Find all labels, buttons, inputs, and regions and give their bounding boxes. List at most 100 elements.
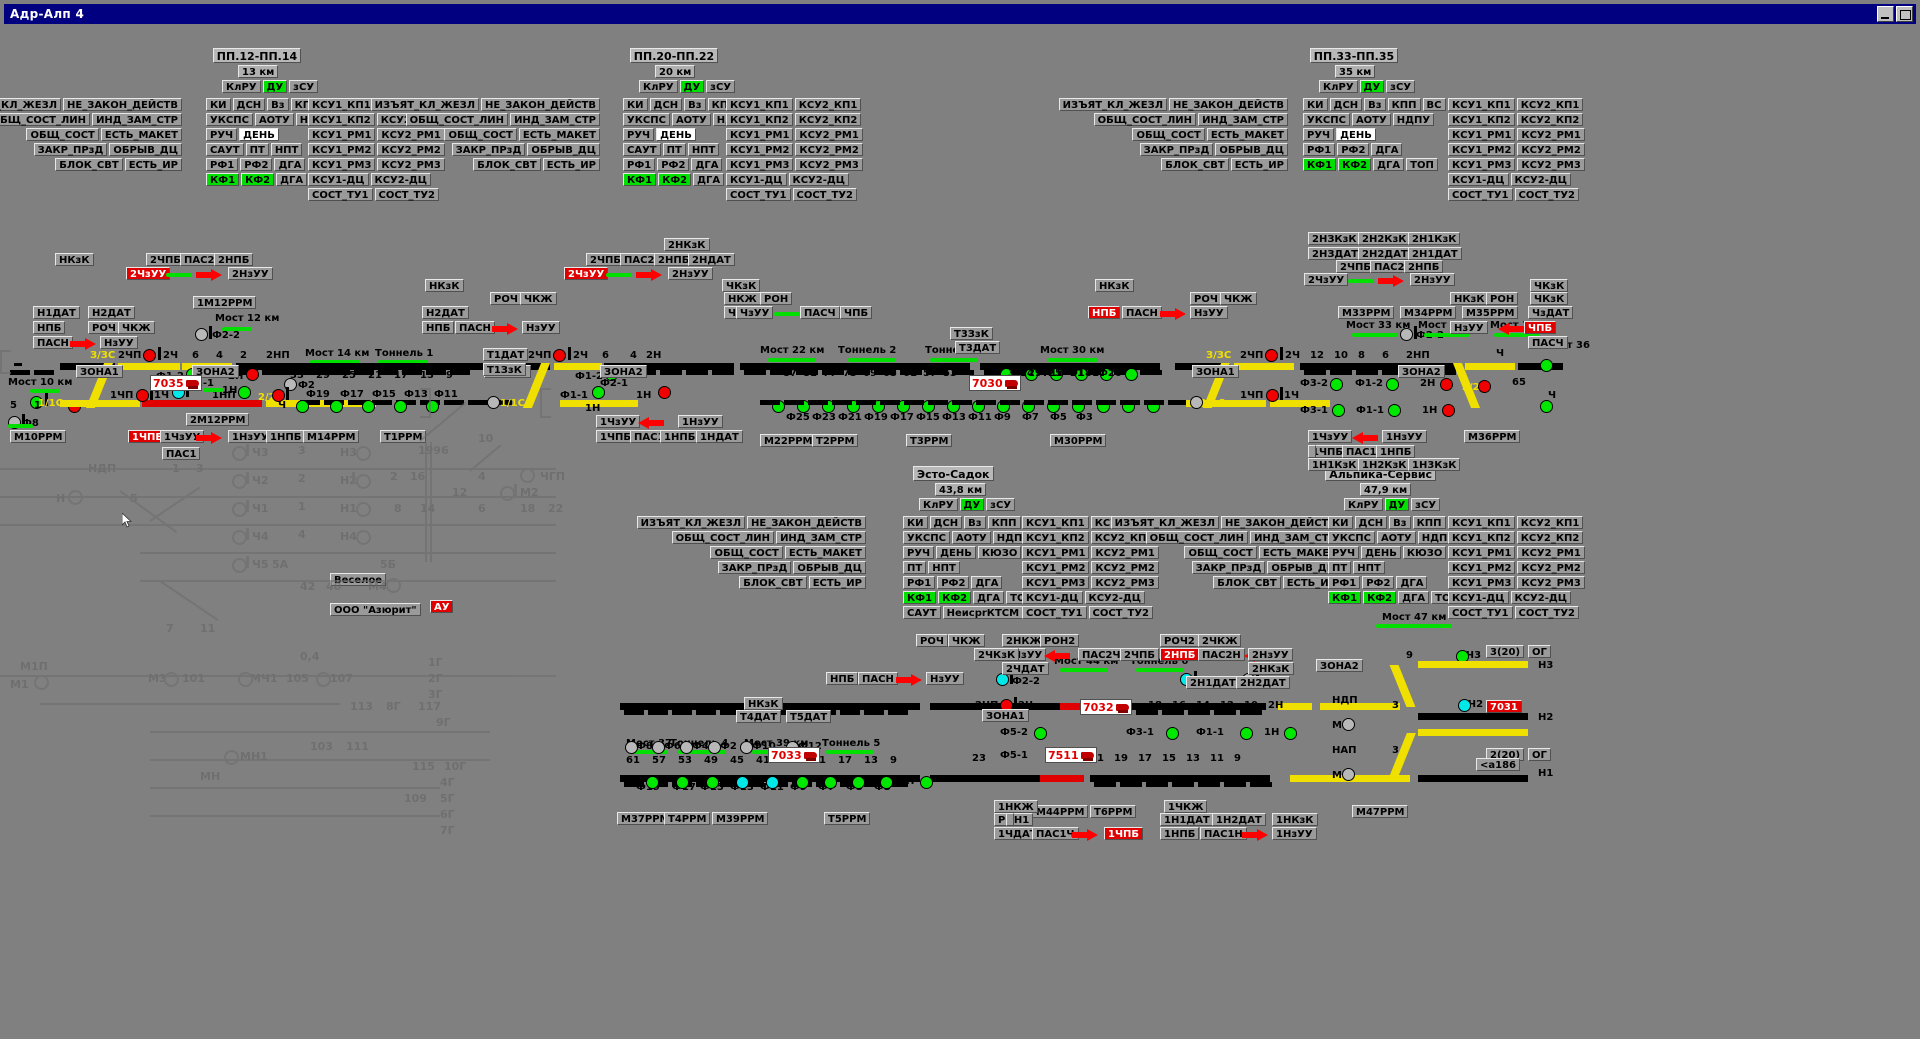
ind-2n1dat[interactable]: 2Н1ДАТ xyxy=(1408,247,1462,260)
indicator-зсу[interactable]: зСУ xyxy=(706,80,736,93)
indicator-ки[interactable]: КИ xyxy=(1328,516,1353,529)
indicator-сост_ту1[interactable]: СОСТ_ТУ1 xyxy=(308,188,373,201)
train-marker-7035[interactable]: 7035 xyxy=(150,375,202,391)
indicator-нпт[interactable]: НПТ xyxy=(687,143,720,156)
ind-1nzuu2[interactable]: 1НзУУ xyxy=(678,415,723,428)
rrm-t3[interactable]: Т3РРМ xyxy=(906,434,953,447)
indicator-клру[interactable]: КлРУ xyxy=(1319,80,1358,93)
zone-2c[interactable]: ЗОНА2 xyxy=(1398,365,1445,378)
indicator-есть_ир[interactable]: ЕСТЬ_ИР xyxy=(124,158,182,171)
ind-2npb[interactable]: 2НПБ xyxy=(214,253,254,266)
indicator-инд_зам_стр[interactable]: ИНД_ЗАМ_СТР xyxy=(776,531,866,544)
ind-chpb[interactable]: ЧПБ xyxy=(840,306,873,319)
indicator-саут[interactable]: САУТ xyxy=(903,606,941,619)
plan-signal-n[interactable] xyxy=(68,490,83,505)
ind-1n1dat2[interactable]: 1Н1ДАТ xyxy=(1160,813,1214,826)
indicator-укспс[interactable]: УКСПС xyxy=(1328,531,1375,544)
indicator-не_закон_действ[interactable]: НЕ_ЗАКОН_ДЕЙСТВ xyxy=(1221,516,1340,529)
indicator-кф1[interactable]: КФ1 xyxy=(623,173,657,186)
signal-lamp[interactable] xyxy=(195,328,208,341)
indicator-рф1[interactable]: РФ1 xyxy=(903,576,936,589)
ind-pas2[interactable]: ПАС2 xyxy=(180,253,219,266)
indicator-ксу1_кп1[interactable]: КСУ1_КП1 xyxy=(1448,516,1515,529)
indicator-есть_макет[interactable]: ЕСТЬ_МАКЕТ xyxy=(784,546,866,559)
indicator-ксу1_кп2[interactable]: КСУ1_КП2 xyxy=(1448,531,1515,544)
ind-1n2dat2[interactable]: 1Н2ДАТ xyxy=(1212,813,1266,826)
indicator-ксу1_кп1[interactable]: КСУ1_КП1 xyxy=(1022,516,1089,529)
ind-n2dat[interactable]: Н2ДАТ xyxy=(88,306,135,319)
signal-lamp[interactable] xyxy=(1332,404,1345,417)
indicator-нпт[interactable]: НПТ xyxy=(270,143,303,156)
plan-signal-m4[interactable] xyxy=(386,578,401,593)
ind-1ndat[interactable]: 1НДАТ xyxy=(696,430,743,443)
train-marker-7033[interactable]: 7033 xyxy=(768,747,820,763)
ind-t3dat[interactable]: Т3ДАТ xyxy=(955,341,1001,354)
indicator-ксу1_рм1[interactable]: КСУ1_РМ1 xyxy=(1022,546,1090,559)
signal-lamp[interactable] xyxy=(246,368,259,381)
ind-2nzuu4[interactable]: 2НзУУ xyxy=(1248,648,1293,661)
rrm-m34[interactable]: М34РРМ xyxy=(1400,306,1457,319)
ind-chkzh[interactable]: ЧКЖ xyxy=(118,321,155,334)
indicator-изъят_кл_жезл[interactable]: ИЗЪЯТ_КЛ_ЖЕЗЛ xyxy=(0,98,62,111)
indicator-ндпу[interactable]: НДПУ xyxy=(295,113,338,126)
rrm-m36[interactable]: М36РРМ xyxy=(1464,430,1521,443)
indicator-вс[interactable]: ВС xyxy=(325,98,349,111)
indicator-дга[interactable]: ДГА xyxy=(691,158,723,171)
rrm-t2[interactable]: Т2РРМ xyxy=(812,434,859,447)
indicator-руч[interactable]: РУЧ xyxy=(206,128,238,141)
signal-lamp[interactable] xyxy=(1458,699,1471,712)
indicator-изъят_кл_жезл[interactable]: ИЗЪЯТ_КЛ_ЖЕЗЛ xyxy=(370,98,480,111)
ind-chkzk2[interactable]: ЧКзК xyxy=(1530,292,1569,305)
ind-chpb2[interactable]: ЧПБ xyxy=(1524,321,1557,334)
signal-lamp[interactable] xyxy=(1478,380,1491,393)
rrm-m47[interactable]: М47РРМ xyxy=(1352,805,1409,818)
indicator-ксу2_кп1[interactable]: КСУ2_КП1 xyxy=(1516,516,1584,529)
ind-1n1kzk[interactable]: 1Н1КзК xyxy=(1308,458,1361,471)
indicator-кпп[interactable]: КПП xyxy=(1412,516,1446,529)
indicator-пт[interactable]: ПТ xyxy=(1328,561,1352,574)
signal-lamp[interactable] xyxy=(1125,368,1138,381)
indicator-ксу2_кп1[interactable]: КСУ2_КП1 xyxy=(794,98,862,111)
indicator-ду[interactable]: ДУ xyxy=(959,498,985,511)
plan-signal-mn1[interactable] xyxy=(224,750,239,765)
ind-nkzk2[interactable]: НКзК xyxy=(425,279,464,292)
signal-lamp[interactable] xyxy=(1265,349,1278,362)
indicator-не_закон_действ[interactable]: НЕ_ЗАКОН_ДЕЙСТВ xyxy=(1169,98,1288,111)
rrm-m10[interactable]: М10РРМ xyxy=(10,430,67,443)
indicator-зсу[interactable]: зСУ xyxy=(1411,498,1441,511)
x[interactable] xyxy=(1308,445,1316,458)
indicator-рф2[interactable]: РФ2 xyxy=(937,576,970,589)
signal-lamp[interactable] xyxy=(1034,727,1047,740)
indicator-не_закон_действ[interactable]: НЕ_ЗАКОН_ДЕЙСТВ xyxy=(481,98,600,111)
ind-ron[interactable]: РОН xyxy=(760,292,793,305)
indicator-аоту[interactable]: АОТУ xyxy=(671,113,711,126)
indicator-саут[interactable]: САУТ xyxy=(623,143,661,156)
indicator-ксу2_рм1[interactable]: КСУ2_РМ1 xyxy=(377,128,445,141)
ind-2nzuu2[interactable]: 2НзУУ xyxy=(668,267,713,280)
ind-2chdat[interactable]: 2ЧДАТ xyxy=(1002,662,1049,675)
indicator-кф1[interactable]: КФ1 xyxy=(1303,158,1337,171)
indicator-укспс[interactable]: УКСПС xyxy=(623,113,670,126)
plan-signal-ch3[interactable] xyxy=(232,446,247,461)
indicator-инд_зам_стр[interactable]: ИНД_ЗАМ_СТР xyxy=(510,113,600,126)
indicator-ксу2_кп2[interactable]: КСУ2_КП2 xyxy=(376,113,444,126)
signal-lamp[interactable] xyxy=(1540,359,1553,372)
ind-chkzh4[interactable]: ЧКЖ xyxy=(948,634,985,647)
indicator-рф1[interactable]: РФ1 xyxy=(206,158,239,171)
rrm-t4[interactable]: Т4РРМ xyxy=(664,812,711,825)
signal-lamp[interactable] xyxy=(1330,378,1343,391)
signal-lamp[interactable] xyxy=(1342,718,1355,731)
ind-roch[interactable]: РОЧ xyxy=(88,321,120,334)
ind-chkzh3[interactable]: ЧКЖ xyxy=(1220,292,1257,305)
rrm-m33[interactable]: М33РРМ xyxy=(1338,306,1395,319)
ind-roch3[interactable]: РОЧ xyxy=(1190,292,1222,305)
indicator-рф1[interactable]: РФ1 xyxy=(1328,576,1361,589)
ind-pas2ch[interactable]: ПАС2Ч xyxy=(1078,648,1125,661)
indicator-руч[interactable]: РУЧ xyxy=(623,128,655,141)
indicator-пт[interactable]: ПТ xyxy=(903,561,927,574)
indicator-ксу1_рм3[interactable]: КСУ1_РМ3 xyxy=(726,158,794,171)
indicator-дсн[interactable]: ДСН xyxy=(1329,98,1363,111)
indicator-ки[interactable]: КИ xyxy=(903,516,928,529)
indicator-сост_ту2[interactable]: СОСТ_ТУ2 xyxy=(1088,606,1153,619)
signal-lamp[interactable] xyxy=(796,776,809,789)
